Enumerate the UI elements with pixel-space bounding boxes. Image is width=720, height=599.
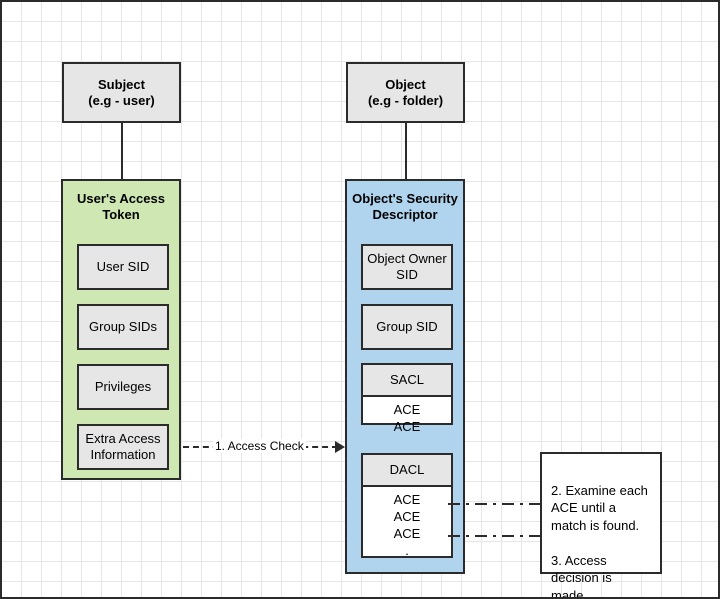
object-to-descriptor-connector [405, 123, 407, 179]
security-descriptor-container[interactable]: Object's Security Descriptor Object Owne… [345, 179, 465, 574]
dacl-entries: ACE ACE ACE . [363, 487, 451, 560]
token-item-group-sids[interactable]: Group SIDs [77, 304, 169, 350]
security-descriptor-title-line2: Descriptor [372, 207, 438, 223]
token-item-extra-access-information-label: Extra Access Information [85, 430, 161, 462]
sacl-entry: ACE [393, 402, 421, 417]
token-item-extra-access-information[interactable]: Extra Access Information [77, 424, 169, 470]
subject-box-line2: (e.g - user) [88, 92, 155, 108]
token-item-privileges-label: Privileges [94, 378, 152, 394]
object-box[interactable]: Object (e.g - folder) [346, 62, 465, 123]
access-token-container[interactable]: User's Access Token User SID Group SIDs … [61, 179, 181, 480]
token-item-privileges[interactable]: Privileges [77, 364, 169, 410]
sacl-header: SACL [363, 365, 451, 397]
token-item-user-sid[interactable]: User SID [77, 244, 169, 290]
decision-note-box[interactable]: 2. Examine each ACE until a match is fou… [540, 452, 662, 597]
descriptor-item-object-owner-sid[interactable]: Object Owner SID [361, 244, 453, 290]
dacl-box[interactable]: DACL ACE ACE ACE . [361, 453, 453, 558]
access-token-title: User's Access Token [63, 191, 179, 224]
security-descriptor-title-line1: Object's Security [352, 191, 458, 206]
sacl-entry: ACE [393, 418, 421, 434]
access-check-arrow-head [335, 441, 345, 453]
security-descriptor-title: Object's Security Descriptor [347, 191, 463, 224]
descriptor-item-group-sid[interactable]: Group SID [361, 304, 453, 350]
token-item-group-sids-label: Group SIDs [89, 318, 157, 334]
dacl-entry: . [405, 542, 409, 558]
access-token-title-line1: User's Access [77, 191, 165, 206]
sacl-box[interactable]: SACL ACE ACE [361, 363, 453, 434]
subject-box-line1: Subject [98, 76, 145, 92]
descriptor-item-group-sid-label: Group SID [376, 318, 438, 334]
dacl-entry: ACE [393, 525, 421, 541]
token-item-user-sid-label: User SID [96, 258, 150, 274]
subject-box-text: Subject (e.g - user) [88, 77, 154, 108]
sacl-entries: ACE ACE [363, 397, 451, 436]
object-box-text: Object (e.g - folder) [368, 77, 443, 108]
object-box-line1: Object [385, 76, 426, 92]
dacl-entry: ACE [393, 492, 421, 507]
diagram-canvas: Subject (e.g - user) User's Access Token… [0, 0, 720, 599]
dacl-entry: ACE [393, 508, 421, 524]
subject-to-token-connector [121, 123, 123, 179]
decision-note-text: 2. Examine each ACE until a match is fou… [551, 482, 648, 599]
dacl-header: DACL [363, 455, 451, 487]
object-box-line2: (e.g - folder) [367, 92, 444, 108]
access-check-label: 1. Access Check [213, 439, 306, 453]
access-token-title-line2: Token [102, 207, 140, 223]
dacl-to-note-connector-top [448, 503, 542, 505]
descriptor-item-object-owner-sid-label: Object Owner SID [367, 250, 447, 282]
dacl-to-note-connector-bottom [448, 535, 542, 537]
subject-box[interactable]: Subject (e.g - user) [62, 62, 181, 123]
